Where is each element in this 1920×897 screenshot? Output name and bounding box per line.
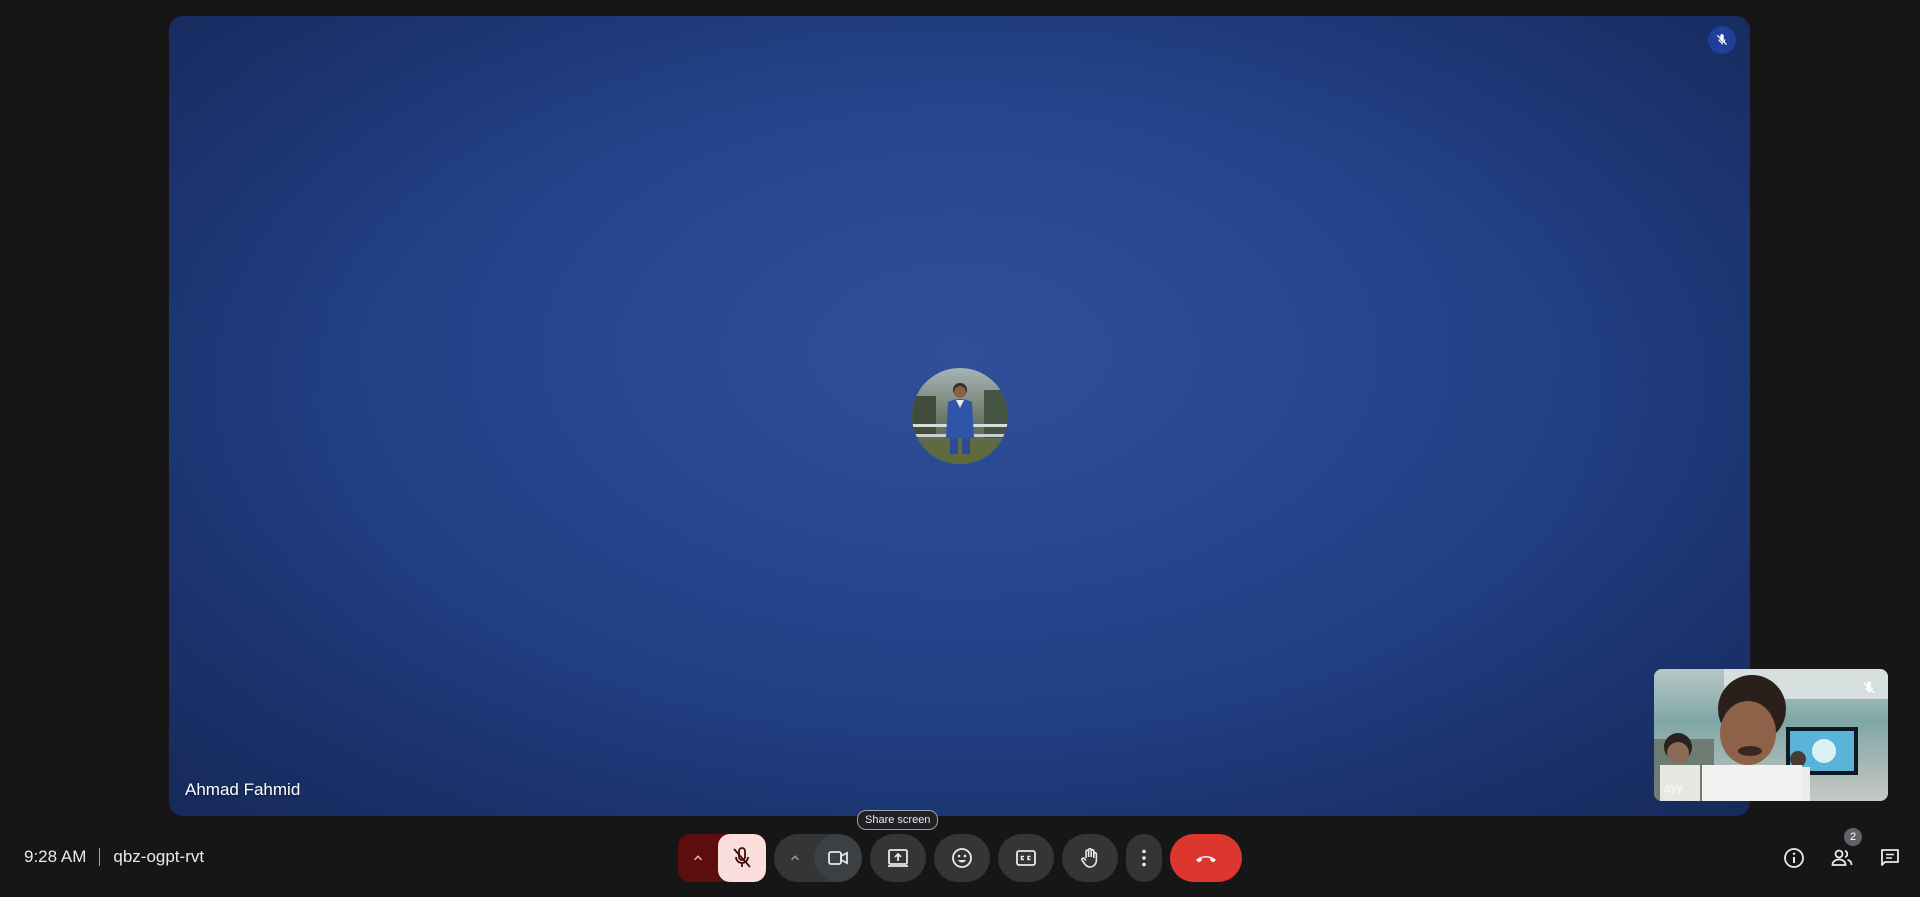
chat-button[interactable] [1866,834,1914,882]
people-count-badge: 2 [1844,828,1862,846]
emoji-icon [952,848,972,868]
more-vert-icon [1142,849,1146,867]
self-view-label: ayy [1664,781,1683,795]
mic-toggle-button[interactable] [718,834,766,882]
info-icon [1784,848,1804,868]
camera-control-group [774,834,862,882]
mic-off-icon [733,847,751,868]
captions-button[interactable] [998,834,1054,882]
participant-mic-off-icon [1708,26,1736,54]
closed-captions-icon [1016,850,1036,866]
camera-toggle-button[interactable] [814,834,862,882]
participant-name: Ahmad Fahmid [185,780,301,799]
present-to-all-icon [888,849,908,867]
mic-control-group [678,834,766,882]
participant-avatar [912,368,1008,464]
reactions-button[interactable] [934,834,990,882]
share-screen-button[interactable] [870,834,926,882]
meeting-details-button[interactable] [1770,834,1818,882]
leave-call-button[interactable] [1170,834,1242,882]
main-video-stage: Ahmad Fahmid [169,16,1750,816]
video-options-button[interactable] [774,834,816,882]
call-controls [0,834,1920,882]
chat-icon [1881,849,1899,866]
people-icon [1831,849,1853,866]
raise-hand-button[interactable] [1062,834,1118,882]
videocam-icon [828,851,848,865]
chevron-up-icon [693,855,703,861]
self-mic-off-icon [1858,677,1880,699]
raise-hand-icon [1081,847,1098,868]
self-view-tile[interactable]: ayy [1654,669,1888,801]
chevron-up-icon [790,855,800,861]
self-view-video [1654,669,1888,801]
more-options-button[interactable] [1126,834,1162,882]
call-end-icon [1196,856,1216,863]
audio-options-button[interactable] [678,834,718,882]
bottom-bar: 9:28 AM qbz-ogpt-rvt 2 [0,820,1920,897]
people-button[interactable]: 2 [1818,828,1866,882]
